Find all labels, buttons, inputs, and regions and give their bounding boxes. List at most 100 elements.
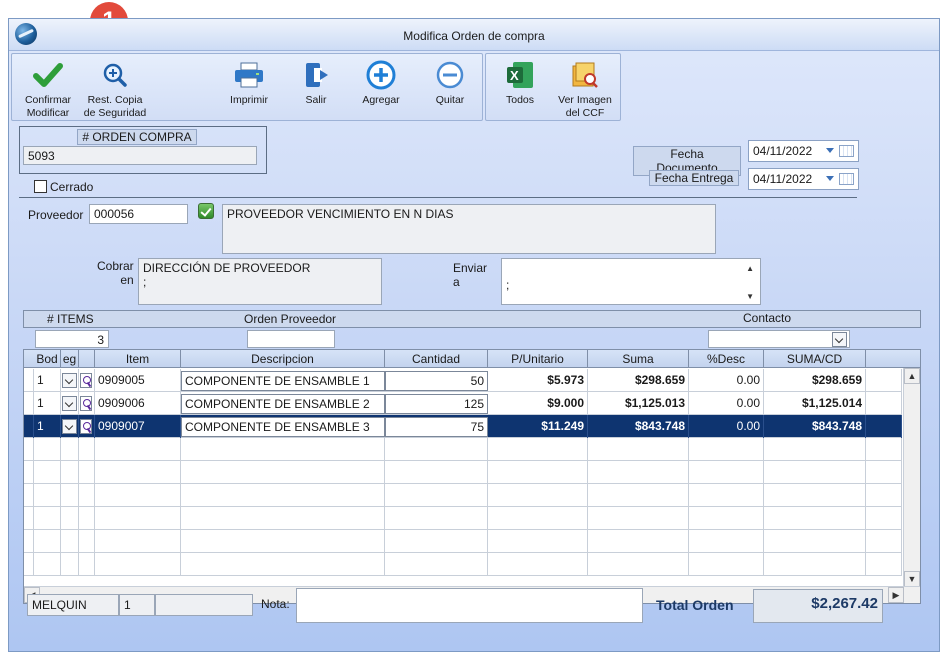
cell-empty[interactable] (34, 530, 61, 553)
cell-empty[interactable] (488, 507, 588, 530)
col-header-bod[interactable]: Bod (34, 350, 61, 368)
scroll-up-icon[interactable]: ▲ (904, 368, 920, 384)
cell-empty[interactable] (588, 461, 689, 484)
row-indicator[interactable] (24, 484, 34, 507)
cell-empty[interactable] (866, 369, 902, 392)
cell-empty[interactable] (866, 484, 902, 507)
cell-sum-cd[interactable]: $298.659 (764, 369, 866, 392)
cell-empty[interactable] (764, 461, 866, 484)
col-header-item[interactable]: Item (95, 350, 181, 368)
cell-empty[interactable] (488, 484, 588, 507)
cell-empty[interactable] (95, 530, 181, 553)
cell-empty[interactable] (34, 484, 61, 507)
cell-empty[interactable] (181, 438, 385, 461)
document-date-picker[interactable]: 04/11/2022 (748, 140, 859, 162)
chevron-down-icon[interactable] (62, 373, 77, 388)
cell-eg[interactable] (61, 392, 79, 415)
search-icon[interactable] (80, 419, 92, 434)
cell-search[interactable] (79, 392, 95, 415)
cell-search[interactable] (79, 415, 95, 438)
cell-bod[interactable]: 1 (34, 415, 61, 438)
scroll-down-icon[interactable]: ▼ (746, 290, 754, 304)
cell-empty[interactable] (488, 438, 588, 461)
cell-empty[interactable] (764, 530, 866, 553)
cell-empty[interactable] (181, 484, 385, 507)
cell-empty[interactable] (79, 530, 95, 553)
cell-empty[interactable] (488, 530, 588, 553)
cell-empty[interactable] (34, 553, 61, 576)
cell-empty[interactable] (61, 484, 79, 507)
vertical-scrollbar[interactable]: ▲ ▼ (903, 368, 920, 587)
cell-empty[interactable] (95, 553, 181, 576)
cell-empty[interactable] (764, 438, 866, 461)
cell-empty[interactable] (588, 530, 689, 553)
cell-search[interactable] (79, 369, 95, 392)
search-icon[interactable] (80, 396, 92, 411)
scroll-down-icon[interactable]: ▼ (904, 571, 920, 587)
cell-sum[interactable]: $298.659 (588, 369, 689, 392)
cell-empty[interactable] (866, 461, 902, 484)
empty-table-row[interactable] (24, 461, 902, 484)
row-indicator[interactable] (24, 553, 34, 576)
cell-empty[interactable] (95, 461, 181, 484)
add-button[interactable]: Agregar (352, 60, 410, 107)
cell-empty[interactable] (34, 438, 61, 461)
view-image-button[interactable]: Ver Imagen del CCF (552, 60, 618, 120)
supplier-order-field[interactable] (247, 330, 335, 348)
scroll-right-icon[interactable]: ▶ (888, 587, 904, 603)
row-indicator[interactable] (24, 392, 34, 415)
cell-empty[interactable] (588, 438, 689, 461)
cell-discount[interactable]: 0.00 (689, 415, 764, 438)
cell-empty[interactable] (181, 461, 385, 484)
cell-unit-price[interactable]: $5.973 (488, 369, 588, 392)
cell-empty[interactable] (866, 553, 902, 576)
cell-empty[interactable] (385, 553, 488, 576)
delivery-date-picker[interactable]: 04/11/2022 (748, 168, 859, 190)
cell-empty[interactable] (181, 553, 385, 576)
cell-discount[interactable]: 0.00 (689, 392, 764, 415)
col-header-search[interactable] (79, 350, 95, 368)
cell-empty[interactable] (689, 484, 764, 507)
col-header-description[interactable]: Descripcion (181, 350, 385, 368)
chevron-down-icon[interactable] (826, 148, 834, 153)
col-header-quantity[interactable]: Cantidad (385, 350, 488, 368)
cell-empty[interactable] (689, 438, 764, 461)
chevron-down-icon[interactable] (62, 419, 77, 434)
cell-empty[interactable] (866, 530, 902, 553)
cell-empty[interactable] (689, 461, 764, 484)
cell-item[interactable]: 0909005 (95, 369, 181, 392)
row-indicator[interactable] (24, 507, 34, 530)
cell-item[interactable]: 0909007 (95, 415, 181, 438)
empty-table-row[interactable] (24, 553, 902, 576)
remove-button[interactable]: Quitar (424, 60, 476, 107)
cell-empty[interactable] (61, 438, 79, 461)
cell-unit-price[interactable]: $9.000 (488, 392, 588, 415)
cell-empty[interactable] (488, 461, 588, 484)
cell-sum-cd[interactable]: $1,125.014 (764, 392, 866, 415)
supplier-name-field[interactable]: PROVEEDOR VENCIMIENTO EN N DIAS (222, 204, 716, 254)
all-button[interactable]: X Todos (494, 60, 546, 107)
cell-empty[interactable] (61, 461, 79, 484)
cell-sum[interactable]: $1,125.013 (588, 392, 689, 415)
restore-backup-button[interactable]: Rest. Copia de Seguridad (78, 60, 152, 120)
table-row[interactable]: 1 0909007 COMPONENTE DE ENSAMBLE 3 75 $11.24… (24, 415, 902, 438)
cell-description[interactable]: COMPONENTE DE ENSAMBLE 1 (181, 371, 385, 391)
confirm-button[interactable]: Confirmar Modificar (18, 60, 78, 120)
cell-empty[interactable] (588, 507, 689, 530)
cell-empty[interactable] (588, 484, 689, 507)
cell-empty[interactable] (764, 553, 866, 576)
cell-discount[interactable]: 0.00 (689, 369, 764, 392)
col-header-sum-cd[interactable]: SUMA/CD (764, 350, 866, 368)
cell-empty[interactable] (689, 507, 764, 530)
empty-table-row[interactable] (24, 507, 902, 530)
col-header-unit-price[interactable]: P/Unitario (488, 350, 588, 368)
cell-empty[interactable] (34, 461, 61, 484)
cell-eg[interactable] (61, 369, 79, 392)
cell-empty[interactable] (79, 461, 95, 484)
order-number-field[interactable]: 5093 (23, 146, 257, 165)
empty-table-row[interactable] (24, 438, 902, 461)
supplier-code-field[interactable]: 000056 (89, 204, 188, 224)
row-indicator[interactable] (24, 415, 34, 438)
cell-empty[interactable] (61, 553, 79, 576)
cell-empty[interactable] (866, 415, 902, 438)
